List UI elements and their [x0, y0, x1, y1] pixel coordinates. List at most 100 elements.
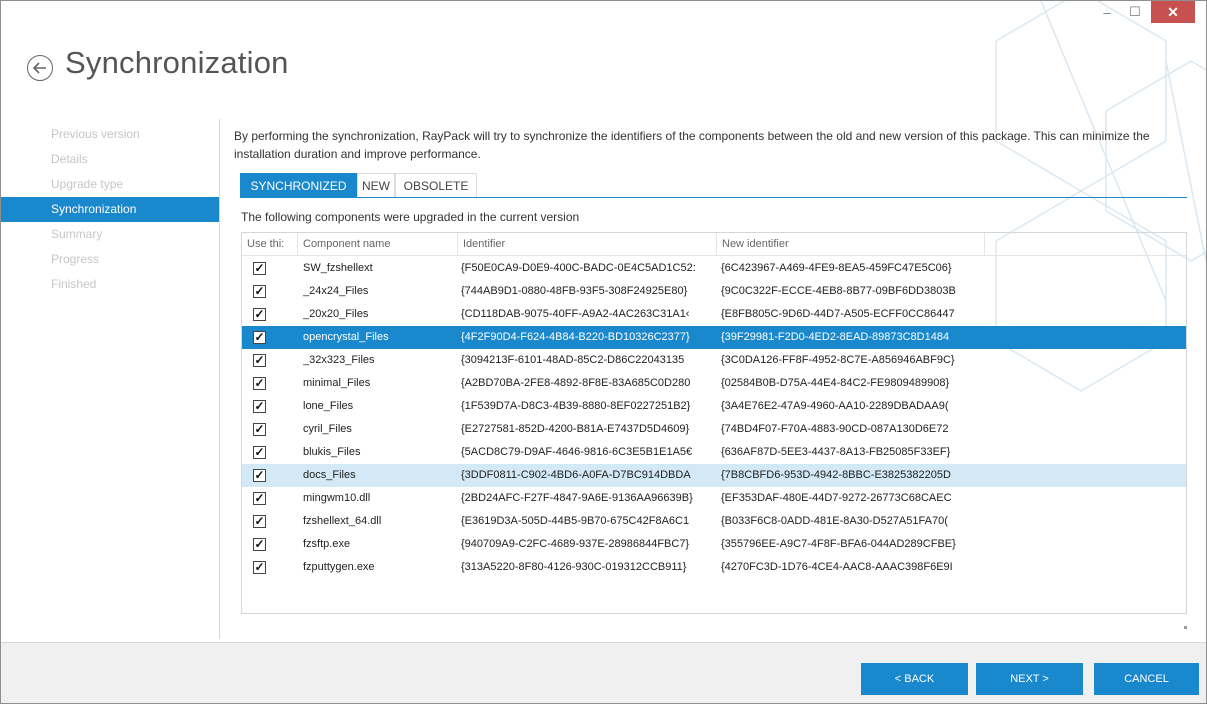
identifier-cell: {313A5220-8F80-4126-930C-019312CCB911}: [461, 561, 687, 573]
new-identifier-cell: {355796EE-A9C7-4F8F-BFA6-044AD289CFBE}: [721, 538, 956, 550]
use-checkbox[interactable]: ✓: [253, 331, 266, 344]
resize-grip[interactable]: [1184, 626, 1187, 629]
new-identifier-cell: {7B8CBFD6-953D-4942-8BBC-E3825382205D: [721, 469, 951, 481]
table-row[interactable]: ✓ _24x24_Files {744AB9D1-0880-48FB-93F5-30…: [242, 280, 1186, 303]
components-grid[interactable]: Use thi: Component name Identifier New i…: [241, 232, 1187, 614]
component-name-cell: SW_fzshellext: [303, 262, 373, 274]
tab-bar: SYNCHRONIZED NEW OBSOLETE: [240, 173, 1187, 198]
identifier-cell: {744AB9D1-0880-48FB-93F5-308F24925E80}: [461, 285, 688, 297]
table-row[interactable]: ✓ mingwm10.dll {2BD24AFC-F27F-4847-9A6E-91…: [242, 487, 1186, 510]
step-summary[interactable]: Summary: [35, 222, 219, 247]
divider: [219, 119, 220, 639]
next-button[interactable]: NEXT >: [976, 663, 1083, 695]
identifier-cell: {940709A9-C2FC-4689-937E-28986844FBC7}: [461, 538, 690, 550]
new-identifier-cell: {636AF87D-5EE3-4437-8A13-FB25085F33EF}: [721, 446, 951, 458]
table-row[interactable]: ✓ cyril_Files {E2727581-852D-4200-B81A-E74…: [242, 418, 1186, 441]
step-progress[interactable]: Progress: [35, 247, 219, 272]
step-previous-version[interactable]: Previous version: [35, 122, 219, 147]
new-identifier-cell: {EF353DAF-480E-44D7-9272-26773C68CAEC: [721, 492, 952, 504]
table-row[interactable]: ✓ fzputtygen.exe {313A5220-8F80-4126-930C-…: [242, 556, 1186, 579]
description-text: By performing the synchronization, RayPa…: [234, 129, 1150, 161]
table-row[interactable]: ✓ lone_Files {1F539D7A-D8C3-4B39-8880-8EF0…: [242, 395, 1186, 418]
new-identifier-cell: {6C423967-A469-4FE9-8EA5-459FC47E5C06}: [721, 262, 952, 274]
table-row-hovered[interactable]: ✓ docs_Files {3DDF0811-C902-4BD6-A0FA-D7BC…: [242, 464, 1186, 487]
tab-obsolete[interactable]: OBSOLETE: [395, 173, 477, 197]
use-checkbox[interactable]: ✓: [253, 423, 266, 436]
tab-new[interactable]: NEW: [357, 173, 395, 197]
component-name-cell: blukis_Files: [303, 446, 361, 458]
use-checkbox[interactable]: ✓: [253, 538, 266, 551]
section-subtitle: The following components were upgraded i…: [241, 210, 580, 224]
identifier-cell: {5ACD8C79-D9AF-4646-9816-6C3E5B1E1A5€: [461, 446, 693, 458]
new-identifier-cell: {02584B0B-D75A-44E4-84C2-FE9809489908}: [721, 377, 950, 389]
identifier-cell: {CD118DAB-9075-40FF-A9A2-4AC263C31A1‹: [461, 308, 690, 320]
step-synchronization[interactable]: Synchronization: [1, 197, 219, 222]
table-row[interactable]: ✓ minimal_Files {A2BD70BA-2FE8-4892-8F8E-8…: [242, 372, 1186, 395]
component-name-cell: fzshellext_64.dll: [303, 515, 382, 527]
step-finished[interactable]: Finished: [35, 272, 219, 297]
header-use-this[interactable]: Use thi:: [242, 233, 298, 255]
identifier-cell: {E2727581-852D-4200-B81A-E7437D5D4609}: [461, 423, 690, 435]
identifier-cell: {4F2F90D4-F624-4B84-B220-BD10326C2377}: [461, 331, 690, 343]
use-checkbox[interactable]: ✓: [253, 354, 266, 367]
table-row[interactable]: ✓ fzsftp.exe {940709A9-C2FC-4689-937E-2898…: [242, 533, 1186, 556]
component-name-cell: fzsftp.exe: [303, 538, 351, 550]
wizard-steps: Previous version Details Upgrade type Sy…: [1, 122, 219, 297]
table-row[interactable]: ✓ SW_fzshellext {F50E0CA9-D0E9-400C-BADC-0…: [242, 257, 1186, 280]
new-identifier-cell: {4270FC3D-1D76-4CE4-AAC8-AAAC398F6E9I: [721, 561, 953, 573]
use-checkbox[interactable]: ✓: [253, 400, 266, 413]
table-row-selected[interactable]: ✓ opencrystal_Files {4F2F90D4-F624-4B84-B2…: [242, 326, 1186, 349]
maximize-button[interactable]: ☐: [1122, 1, 1148, 23]
minimize-button[interactable]: –: [1094, 1, 1120, 23]
use-checkbox[interactable]: ✓: [253, 492, 266, 505]
identifier-cell: {3DDF0811-C902-4BD6-A0FA-D7BC914DBDA: [461, 469, 691, 481]
use-checkbox[interactable]: ✓: [253, 469, 266, 482]
component-name-cell: _20x20_Files: [303, 308, 369, 320]
table-row[interactable]: ✓ fzshellext_64.dll {E3619D3A-505D-44B5-9B…: [242, 510, 1186, 533]
back-arrow-icon[interactable]: [27, 55, 53, 81]
identifier-cell: {E3619D3A-505D-44B5-9B70-675C42F8A6C1: [461, 515, 690, 527]
header-component-name[interactable]: Component name: [298, 233, 458, 255]
step-details[interactable]: Details: [35, 147, 219, 172]
component-name-cell: mingwm10.dll: [303, 492, 371, 504]
new-identifier-cell: {74BD4F07-F70A-4883-90CD-087A130D6E72: [721, 423, 949, 435]
footer-bar: < BACK NEXT > CANCEL: [1, 642, 1206, 703]
cancel-button[interactable]: CANCEL: [1094, 663, 1199, 695]
header-identifier[interactable]: Identifier: [458, 233, 717, 255]
use-checkbox[interactable]: ✓: [253, 515, 266, 528]
table-row[interactable]: ✓ blukis_Files {5ACD8C79-D9AF-4646-9816-6C…: [242, 441, 1186, 464]
use-checkbox[interactable]: ✓: [253, 262, 266, 275]
wizard-window: – ☐ ✕ Synchronization Previous version D…: [0, 0, 1207, 704]
grid-rows: ✓ SW_fzshellext {F50E0CA9-D0E9-400C-BADC-0…: [242, 257, 1186, 579]
component-name-cell: docs_Files: [303, 469, 356, 481]
use-checkbox[interactable]: ✓: [253, 308, 266, 321]
use-checkbox[interactable]: ✓: [253, 285, 266, 298]
header-new-identifier[interactable]: New identifier: [717, 233, 985, 255]
identifier-cell: {A2BD70BA-2FE8-4892-8F8E-83A685C0D280: [461, 377, 691, 389]
component-name-cell: cyril_Files: [303, 423, 352, 435]
table-row[interactable]: ✓ _32x323_Files {3094213F-6101-48AD-85C2-D…: [242, 349, 1186, 372]
new-identifier-cell: {9C0C322F-ECCE-4EB8-8B77-09BF6DD3803B: [721, 285, 956, 297]
identifier-cell: {F50E0CA9-D0E9-400C-BADC-0E4C5AD1C52:: [461, 262, 696, 274]
new-identifier-cell: {3C0DA126-FF8F-4952-8C7E-A856946ABF9C}: [721, 354, 955, 366]
step-upgrade-type[interactable]: Upgrade type: [35, 172, 219, 197]
table-row[interactable]: ✓ _20x20_Files {CD118DAB-9075-40FF-A9A2-4A…: [242, 303, 1186, 326]
identifier-cell: {1F539D7A-D8C3-4B39-8880-8EF0227251B2}: [461, 400, 691, 412]
use-checkbox[interactable]: ✓: [253, 561, 266, 574]
component-name-cell: lone_Files: [303, 400, 354, 412]
component-name-cell: opencrystal_Files: [303, 331, 389, 343]
component-name-cell: _24x24_Files: [303, 285, 369, 297]
component-name-cell: _32x323_Files: [303, 354, 375, 366]
identifier-cell: {3094213F-6101-48AD-85C2-D86C22043135: [461, 354, 685, 366]
use-checkbox[interactable]: ✓: [253, 446, 266, 459]
new-identifier-cell: {B033F6C8-0ADD-481E-8A30-D527A51FA70(: [721, 515, 948, 527]
grid-header: Use thi: Component name Identifier New i…: [242, 233, 1186, 256]
tab-synchronized[interactable]: SYNCHRONIZED: [240, 173, 357, 197]
new-identifier-cell: {E8FB805C-9D6D-44D7-A505-ECFF0CC86447: [721, 308, 955, 320]
arrow-left-icon: [33, 62, 46, 74]
identifier-cell: {2BD24AFC-F27F-4847-9A6E-9136AA96639B}: [461, 492, 693, 504]
component-name-cell: minimal_Files: [303, 377, 371, 389]
back-button[interactable]: < BACK: [861, 663, 968, 695]
use-checkbox[interactable]: ✓: [253, 377, 266, 390]
close-button[interactable]: ✕: [1151, 1, 1195, 23]
